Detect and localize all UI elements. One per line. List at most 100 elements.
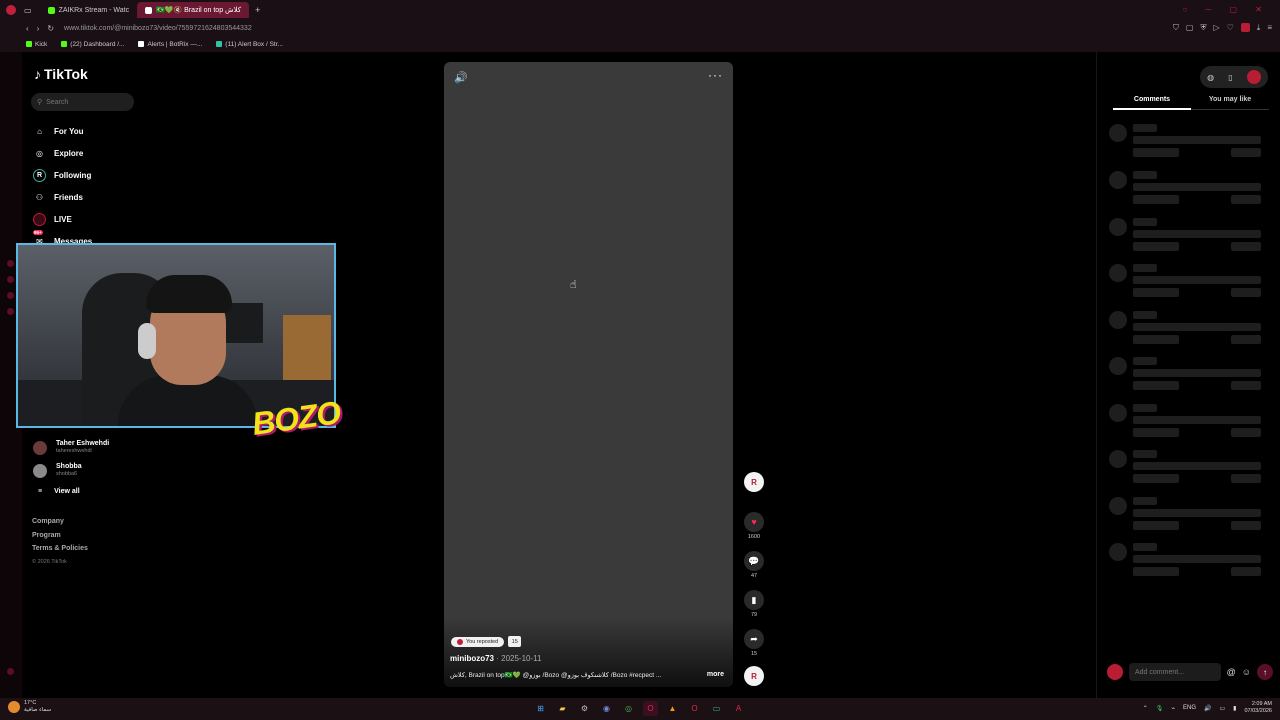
panel-icon[interactable] — [7, 308, 14, 315]
send-button[interactable]: ↑ — [1257, 664, 1273, 680]
nav-label: Friends — [54, 192, 83, 202]
repost-avatar-icon — [457, 638, 463, 645]
followed-account[interactable]: Shobba shobba6 — [33, 459, 109, 482]
tab-you-may-like[interactable]: You may like — [1191, 96, 1269, 110]
footer-link-company[interactable]: Company — [32, 518, 88, 532]
tray-chevron-icon[interactable]: ⌃ — [1143, 705, 1148, 712]
reload-icon[interactable]: ↻ — [47, 24, 54, 33]
mention-icon[interactable]: @ — [1227, 667, 1236, 677]
view-all-link[interactable]: ≡ View all — [33, 482, 109, 500]
footer-link-terms[interactable]: Terms & Policies — [32, 545, 88, 559]
coin-icon[interactable]: ◍ — [1207, 73, 1214, 82]
panel-icon[interactable] — [7, 668, 14, 675]
bookmark-dashboard[interactable]: (22) Dashboard /... — [61, 41, 124, 48]
tiktok-logo[interactable]: ♪ TikTok — [34, 66, 88, 82]
weather-icon — [8, 701, 20, 713]
user-avatar[interactable] — [1246, 70, 1261, 84]
video-author[interactable]: minibozo73 · 2025-10-11 — [450, 654, 541, 663]
comment-button[interactable]: 💬 — [744, 551, 764, 571]
sidebar-item-following[interactable]: R Following — [33, 164, 92, 186]
caption-more-link[interactable]: more — [707, 671, 724, 678]
toolbar-icons: ⛉ ▢ ⛨ ▷ ♡ ⤓ ≡ — [1173, 23, 1272, 33]
sidebar-footer: Company Program Terms & Policies © 2026 … — [32, 518, 88, 572]
mic-icon[interactable]: 🎙 — [1156, 705, 1164, 712]
sidebar-item-friends[interactable]: ⚇ Friends — [33, 186, 92, 208]
menu-icon[interactable]: ≡ — [1267, 23, 1272, 33]
followed-account[interactable]: Taher Eshwehdi tahereshwehdi — [33, 436, 109, 459]
share-button[interactable]: ➦ — [744, 629, 764, 649]
back-icon[interactable]: ‹ — [26, 24, 29, 33]
heart-icon: ♥ — [751, 517, 757, 527]
file-explorer-icon[interactable]: ▰ — [555, 701, 570, 716]
tab-comments[interactable]: Comments — [1113, 96, 1191, 110]
device-icon[interactable]: ▯ — [1228, 73, 1232, 82]
like-button[interactable]: ♥ — [744, 512, 764, 532]
tab-zaikrx[interactable]: ZAIKRx Stream - Watc — [40, 2, 138, 18]
footer-link-program[interactable]: Program — [32, 532, 88, 546]
webcam-headset — [138, 323, 156, 359]
sidebar-item-live[interactable]: LIVE — [33, 208, 92, 230]
comment-skeleton — [1109, 450, 1261, 490]
chrome-icon[interactable]: ◎ — [621, 701, 636, 716]
music-disc-avatar[interactable]: R — [744, 666, 764, 686]
network-icon[interactable]: ⌁ — [1171, 705, 1175, 712]
terminal-icon[interactable]: ▭ — [709, 701, 724, 716]
weather-widget[interactable]: 17°C سماء صافية — [8, 700, 51, 714]
repost-label: You reposted — [466, 638, 499, 645]
start-icon[interactable]: ⊞ — [533, 701, 548, 716]
panel-tabs: Comments You may like — [1113, 96, 1269, 110]
comment-input[interactable]: Add comment... — [1129, 663, 1221, 681]
forward-icon[interactable]: › — [37, 24, 40, 33]
opera-gx-icon[interactable]: O — [643, 701, 658, 716]
opera-icon[interactable]: O — [687, 701, 702, 716]
more-options-icon[interactable]: ··· — [708, 68, 723, 82]
usb-icon[interactable]: ▭ — [1219, 705, 1225, 712]
snapshot-icon[interactable]: ▢ — [1186, 23, 1194, 33]
settings-icon[interactable]: ⚙ — [577, 701, 592, 716]
tab-tiktok-video[interactable]: 🇧🇷💚🔇 Brazil on top كلاش — [137, 2, 250, 18]
discord-icon[interactable]: ◉ — [599, 701, 614, 716]
panel-icon[interactable] — [7, 260, 14, 267]
save-button[interactable]: ▮ — [744, 590, 764, 610]
repost-indicator: You reposted 15 — [451, 636, 522, 647]
bookmark-kick[interactable]: Kick — [26, 41, 47, 48]
author-name: minibozo73 — [450, 654, 495, 663]
action-rail: R ♥ 1600 💬 47 ▮ 79 ➦ 15 R — [742, 472, 766, 686]
panel-icon[interactable] — [7, 276, 14, 283]
play-icon[interactable]: ▷ — [1213, 23, 1219, 33]
address-bar: ‹ › ↻ www.tiktok.com/@minibozo73/video/7… — [0, 20, 1280, 36]
creator-avatar[interactable]: R — [744, 472, 764, 492]
url-field[interactable]: www.tiktok.com/@minibozo73/video/7559721… — [64, 25, 252, 32]
clock-time: 2:09 AM — [1251, 701, 1272, 707]
sidebar-item-explore[interactable]: ◎ Explore — [33, 142, 92, 164]
sidebar-toggle-icon[interactable]: ▭ — [24, 6, 32, 15]
avatar — [33, 463, 47, 478]
profile-avatar-icon[interactable] — [1240, 23, 1250, 32]
volume-icon[interactable]: 🔊 — [454, 71, 468, 84]
window-controls[interactable]: ○ ─ ▢ ✕ — [1183, 5, 1270, 14]
volume-icon[interactable]: 🔊 — [1204, 705, 1211, 712]
bookmark-icon[interactable]: ⛉ — [1173, 23, 1179, 33]
language-indicator[interactable]: ENG — [1183, 705, 1196, 711]
bookmark-botrix[interactable]: Alerts | BotRix —... — [138, 41, 202, 48]
top-right-buttons: ◍ ▯ — [1200, 66, 1268, 88]
clock[interactable]: 2:09 AM 07/03/2026 — [1244, 701, 1272, 715]
download-icon[interactable]: ⤓ — [1257, 23, 1261, 33]
like-count: 1600 — [747, 534, 761, 540]
search-input[interactable]: ⚲ Search — [31, 93, 134, 111]
shield-icon[interactable]: ⛨ — [1200, 23, 1206, 33]
panel-icon[interactable] — [7, 292, 14, 299]
app-icon[interactable]: A — [731, 701, 746, 716]
new-tab-button[interactable]: + — [255, 5, 260, 15]
video-player[interactable]: 🔊 ··· ☝ You reposted 15 minibozo73 · 202… — [444, 62, 733, 687]
emoji-icon[interactable]: ☺ — [1242, 667, 1251, 677]
nav-label: Following — [54, 170, 92, 180]
app-icon[interactable]: ▲ — [665, 701, 680, 716]
bookmark-alertbox[interactable]: (11) Alert Box / Str... — [216, 41, 283, 48]
comments-panel: ◍ ▯ Comments You may like Add comment...… — [1096, 52, 1280, 698]
heart-icon[interactable]: ♡ — [1227, 23, 1234, 33]
browser-menu-icon[interactable] — [6, 5, 16, 15]
sidebar-item-for-you[interactable]: ⌂ For You — [33, 120, 92, 142]
battery-icon[interactable]: ▮ — [1233, 705, 1236, 712]
repost-pill[interactable]: You reposted — [451, 636, 505, 647]
